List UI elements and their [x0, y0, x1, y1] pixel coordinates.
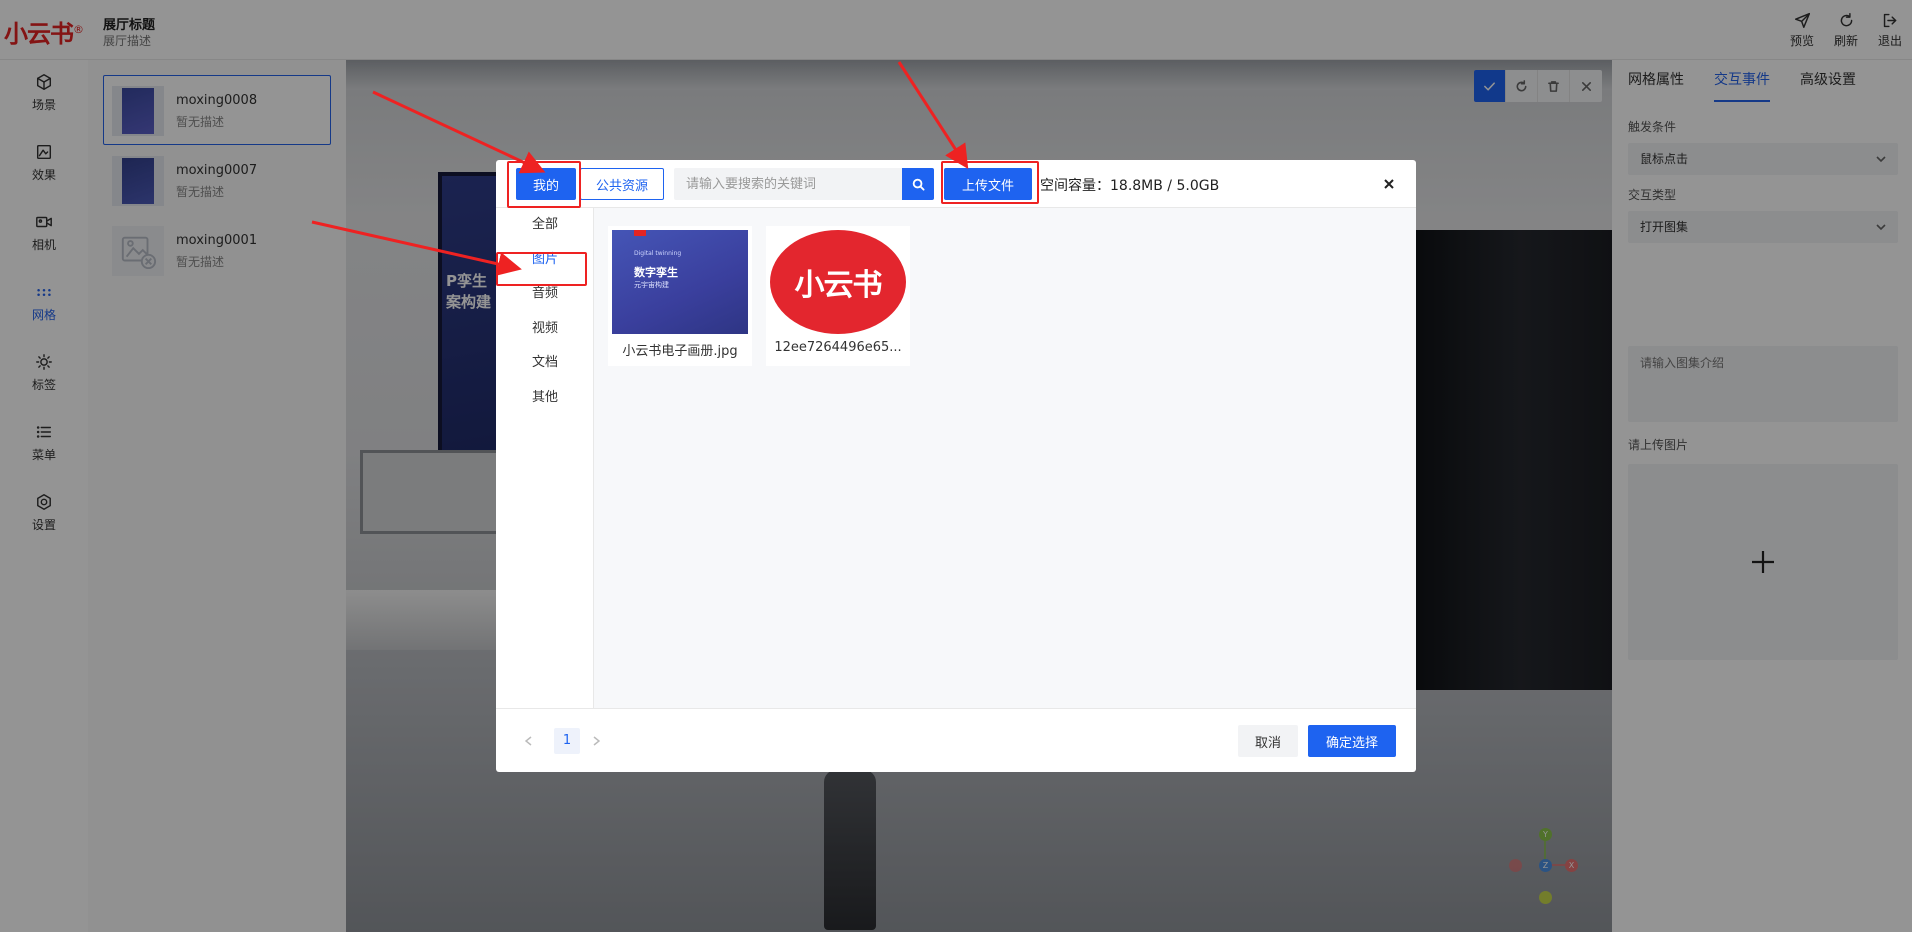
cover-subtitle: Digital twinning [634, 250, 682, 257]
pagination-next[interactable] [588, 733, 604, 749]
brand-logo-image: 小云书 [770, 230, 906, 334]
modal-close-button[interactable] [1380, 175, 1398, 193]
category-images[interactable]: 图片 [496, 243, 594, 277]
category-audio[interactable]: 音频 [496, 277, 594, 311]
file-name: 小云书电子画册.jpg [622, 344, 738, 359]
cover-tag [634, 230, 646, 236]
file-name: 12ee7264496e65... [774, 340, 902, 355]
category-all[interactable]: 全部 [496, 208, 594, 242]
modal-footer: 1 取消 确定选择 [496, 708, 1416, 772]
resource-search-input[interactable] [674, 168, 902, 200]
file-thumbnail: 小云书 [770, 230, 906, 334]
tab-my-resources[interactable]: 我的 [516, 168, 576, 200]
tab-public-resources[interactable]: 公共资源 [580, 168, 664, 200]
album-cover-image: Digital twinning 数字孪生 元宇宙构建 [612, 230, 748, 334]
brand-logo-text: 小云书 [770, 230, 906, 334]
cover-caption: 元宇宙构建 [634, 281, 669, 289]
search-icon [912, 178, 925, 191]
file-grid: Digital twinning 数字孪生 元宇宙构建 小云书电子画册.jpg … [594, 208, 1416, 708]
chevron-left-icon [524, 736, 531, 746]
close-icon [1384, 179, 1394, 189]
storage-usage: 空间容量：18.8MB / 5.0GB [1040, 178, 1220, 194]
file-card[interactable]: Digital twinning 数字孪生 元宇宙构建 小云书电子画册.jpg [608, 226, 752, 366]
file-thumbnail: Digital twinning 数字孪生 元宇宙构建 [612, 230, 748, 334]
chevron-right-icon [593, 736, 600, 746]
upload-file-button[interactable]: 上传文件 [944, 168, 1032, 200]
resource-picker-modal: 我的 公共资源 上传文件 空间容量：18.8MB / 5.0GB 全部 图片 音… [496, 160, 1416, 772]
modal-header: 我的 公共资源 上传文件 空间容量：18.8MB / 5.0GB [496, 160, 1416, 208]
category-documents[interactable]: 文档 [496, 346, 594, 380]
category-video[interactable]: 视频 [496, 312, 594, 346]
category-list: 全部 图片 音频 视频 文档 其他 [496, 208, 594, 708]
pagination-prev[interactable] [520, 733, 536, 749]
search-button[interactable] [902, 168, 934, 200]
category-other[interactable]: 其他 [496, 381, 594, 415]
cancel-button[interactable]: 取消 [1238, 725, 1298, 757]
pagination-page[interactable]: 1 [554, 728, 580, 754]
file-card[interactable]: 小云书 12ee7264496e65... [766, 226, 910, 366]
cover-title: 数字孪生 [634, 266, 678, 279]
confirm-select-button[interactable]: 确定选择 [1308, 725, 1396, 757]
